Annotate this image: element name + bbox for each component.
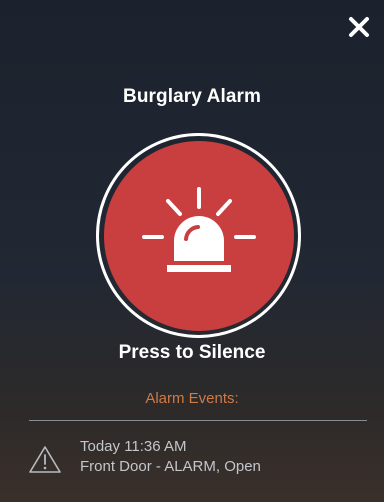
warning-icon bbox=[28, 444, 62, 474]
divider bbox=[29, 420, 367, 421]
alarm-events-heading: Alarm Events: bbox=[145, 390, 239, 407]
event-description: Front Door - ALARM, Open bbox=[80, 458, 261, 475]
close-icon bbox=[348, 16, 370, 43]
alarm-title: Burglary Alarm bbox=[123, 86, 261, 107]
siren-icon bbox=[134, 183, 264, 288]
event-time: Today 11:36 AM bbox=[80, 438, 187, 455]
silence-button[interactable] bbox=[96, 133, 301, 338]
close-button[interactable] bbox=[344, 14, 374, 44]
silence-label: Press to Silence bbox=[118, 342, 266, 363]
silence-button-fill bbox=[103, 140, 294, 331]
alarm-event-row[interactable]: Today 11:36 AM Front Door - ALARM, Open bbox=[28, 437, 368, 481]
